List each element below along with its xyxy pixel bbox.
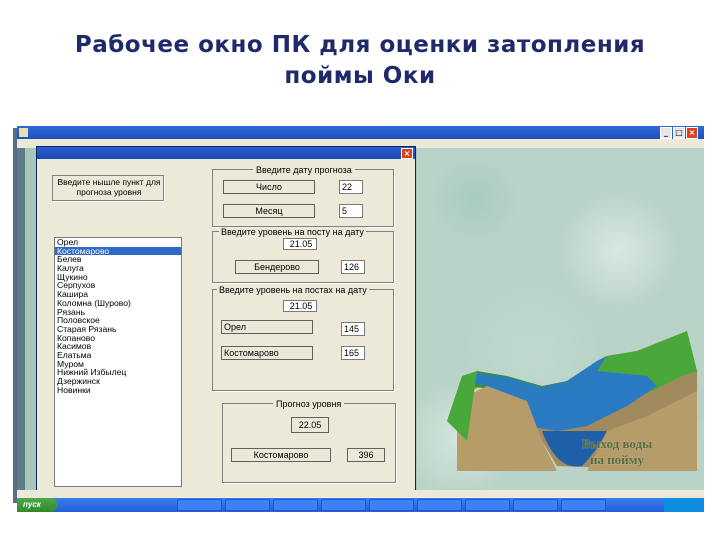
- taskbar-item[interactable]: [177, 499, 222, 511]
- month-label: Месяц: [223, 204, 315, 218]
- taskbar: пуск: [17, 498, 704, 512]
- caption-line1: Выход воды: [581, 436, 653, 451]
- dialog-close-icon[interactable]: ×: [401, 148, 413, 159]
- taskbar-item[interactable]: [321, 499, 366, 511]
- taskbar-item[interactable]: [513, 499, 558, 511]
- slide-title-line2: поймы Оки: [284, 63, 436, 89]
- maximize-icon[interactable]: □: [673, 127, 685, 139]
- post2-name: Костомарово: [221, 346, 313, 360]
- taskbar-item[interactable]: [225, 499, 270, 511]
- forecast-date: 22.05: [291, 417, 329, 433]
- date-group: Введите дату прогноза Число 22 Месяц 5: [212, 165, 394, 227]
- level-group: Введите уровень на посту на дату 21.05 Б…: [212, 227, 394, 283]
- list-label-frame: Введите нышле пункт для прогноза уровня: [52, 175, 164, 201]
- post1-level-input[interactable]: 145: [341, 322, 365, 336]
- list-item[interactable]: Новинки: [55, 385, 181, 395]
- illustration-caption: Выход воды на пойму: [562, 436, 672, 468]
- post-name: Бендерово: [235, 260, 319, 274]
- statusbar: [17, 490, 704, 498]
- day-input[interactable]: 22: [339, 180, 363, 194]
- minimize-icon[interactable]: _: [660, 127, 672, 139]
- levels-date-field[interactable]: 21.05: [283, 300, 317, 312]
- levels-group-label: Введите уровень на постах на дату: [217, 285, 369, 296]
- taskbar-item[interactable]: [369, 499, 414, 511]
- slide-title: Рабочее окно ПК для оценки затопления по…: [0, 30, 720, 92]
- system-tray: [664, 498, 704, 512]
- taskbar-item[interactable]: [417, 499, 462, 511]
- taskbar-item[interactable]: [465, 499, 510, 511]
- forecast-dialog: × Введите нышле пункт для прогноза уровн…: [36, 146, 416, 493]
- river-posts-list[interactable]: Орел Костомарово Белев Калуга Щукино Серпухов…: [54, 237, 182, 487]
- app-icon: [19, 128, 28, 137]
- outer-window-titlebar[interactable]: _ □ ×: [17, 126, 704, 139]
- taskbar-item[interactable]: [273, 499, 318, 511]
- start-button[interactable]: пуск: [17, 498, 57, 512]
- taskbar-item[interactable]: [561, 499, 606, 511]
- post1-name: Орел: [221, 320, 313, 334]
- forecast-value: 396: [347, 448, 385, 462]
- list-label: Введите нышле пункт для прогноза уровня: [57, 177, 161, 197]
- levels-group: Введите уровень на постах на дату 21.05 …: [212, 285, 394, 391]
- level-group-label: Введите уровень на посту на дату: [219, 227, 366, 238]
- forecast-group-label: Прогноз уровня: [273, 399, 345, 410]
- dialog-titlebar[interactable]: [37, 147, 415, 159]
- screenshot-window: _ □ × Выход воды на пойму × Введите нышл…: [17, 126, 704, 512]
- post-level-input[interactable]: 126: [341, 260, 365, 274]
- forecast-post: Костомарово: [231, 448, 331, 462]
- forecast-group: Прогноз уровня 22.05 Костомарово 396: [222, 399, 396, 483]
- post2-level-input[interactable]: 165: [341, 346, 365, 360]
- slide-title-line1: Рабочее окно ПК для оценки затопления: [74, 32, 646, 58]
- date-group-label: Введите дату прогноза: [253, 165, 355, 176]
- month-input[interactable]: 5: [339, 204, 363, 218]
- day-label: Число: [223, 180, 315, 194]
- close-icon[interactable]: ×: [686, 127, 698, 139]
- level-date-field[interactable]: 21.05: [283, 238, 317, 250]
- caption-line2: на пойму: [589, 452, 645, 467]
